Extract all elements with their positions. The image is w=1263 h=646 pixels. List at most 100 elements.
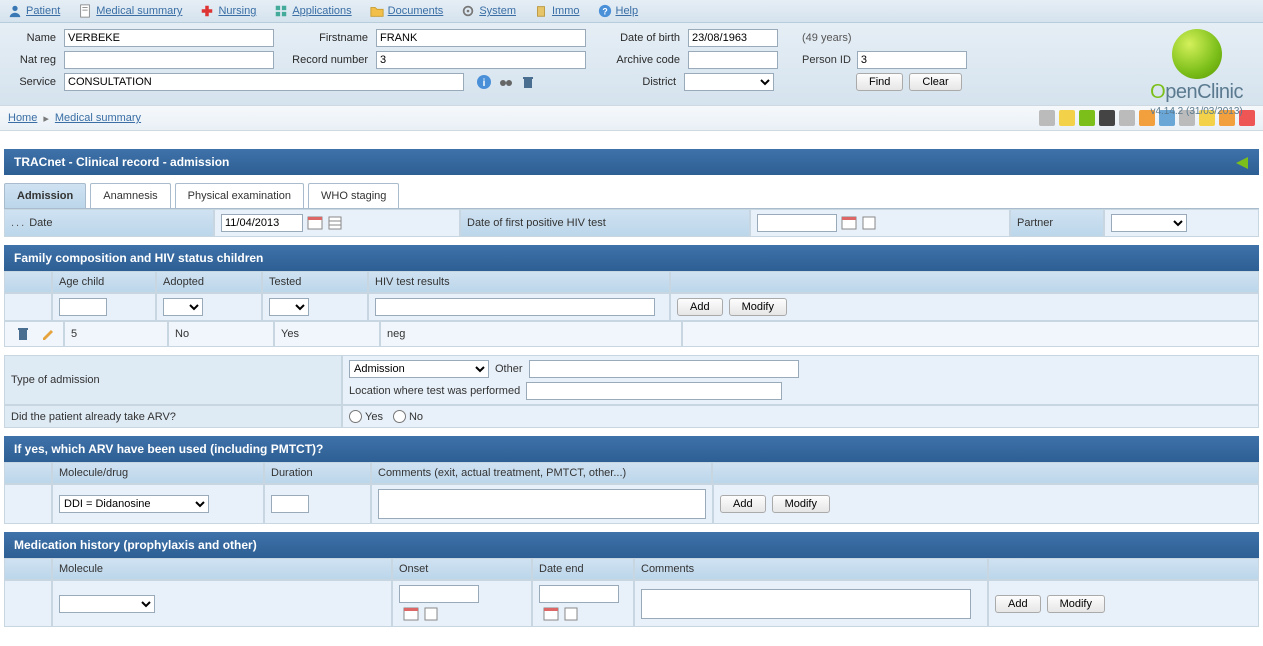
tab-admission[interactable]: Admission xyxy=(4,183,86,208)
menu-help[interactable]: ? Help xyxy=(598,4,639,18)
personid-input[interactable] xyxy=(857,51,967,69)
calendar-icon[interactable] xyxy=(307,215,323,231)
partner-value-cell xyxy=(1104,209,1259,237)
age-text: (49 years) xyxy=(802,32,852,44)
breadcrumb-home[interactable]: Home xyxy=(8,112,37,124)
menu-system[interactable]: System xyxy=(461,4,516,18)
family-age-input[interactable] xyxy=(59,298,107,316)
hiv-date-label: Date of first positive HIV test xyxy=(460,209,750,237)
recordnumber-input[interactable] xyxy=(376,51,586,69)
calendar-icon[interactable] xyxy=(841,215,857,231)
edit-icon[interactable] xyxy=(41,326,57,342)
admission-date-input[interactable] xyxy=(221,214,303,232)
tool-plate-icon[interactable] xyxy=(1119,110,1135,126)
calendar-icon[interactable] xyxy=(543,606,559,622)
service-input[interactable] xyxy=(64,73,464,91)
dots-icon[interactable]: ... xyxy=(11,217,26,229)
location-label: Location where test was performed xyxy=(349,385,520,397)
district-label: District xyxy=(588,76,678,88)
apps-icon xyxy=(274,4,288,18)
type-admission-select[interactable]: Admission xyxy=(349,360,489,378)
building-icon xyxy=(534,4,548,18)
tool-edit-icon[interactable] xyxy=(1059,110,1075,126)
tab-physical-examination[interactable]: Physical examination xyxy=(175,183,304,208)
family-add-button[interactable]: Add xyxy=(677,298,723,316)
arv-section-header: If yes, which ARV have been used (includ… xyxy=(4,436,1259,462)
family-tested-select[interactable] xyxy=(269,298,309,316)
tab-anamnesis[interactable]: Anamnesis xyxy=(90,183,170,208)
natreg-input[interactable] xyxy=(64,51,274,69)
medhist-comments-input[interactable] xyxy=(641,589,971,619)
menu-documents[interactable]: Documents xyxy=(370,4,444,18)
section-header: TRACnet - Clinical record - admission xyxy=(4,149,1259,175)
family-row-age: 5 xyxy=(64,321,168,347)
arv-yes-radio[interactable]: Yes xyxy=(349,410,383,423)
archivecode-input[interactable] xyxy=(688,51,778,69)
partner-select[interactable] xyxy=(1111,214,1187,232)
medhist-end-header: Date end xyxy=(532,558,634,580)
menu-medical-summary[interactable]: Medical summary xyxy=(78,4,182,18)
family-results-input[interactable] xyxy=(375,298,655,316)
name-input[interactable] xyxy=(64,29,274,47)
family-modify-button[interactable]: Modify xyxy=(729,298,787,316)
arv-comments-input[interactable] xyxy=(378,489,706,519)
tool-image-icon[interactable] xyxy=(1079,110,1095,126)
breadcrumb-sep: ▸ xyxy=(43,112,49,125)
dob-input[interactable] xyxy=(688,29,778,47)
calendar-icon[interactable] xyxy=(403,606,419,622)
tool-bed-icon[interactable] xyxy=(1099,110,1115,126)
arv-no-radio[interactable]: No xyxy=(393,410,423,423)
type-admission-other-input[interactable] xyxy=(529,360,799,378)
hiv-date-input[interactable] xyxy=(757,214,837,232)
medhist-onset-input[interactable] xyxy=(399,585,479,603)
partner-label: Partner xyxy=(1010,209,1104,237)
menu-patient-label[interactable]: Patient xyxy=(26,5,60,17)
menu-system-label[interactable]: System xyxy=(479,5,516,17)
family-actions-header xyxy=(4,271,52,293)
menu-patient[interactable]: Patient xyxy=(8,4,60,18)
find-button[interactable]: Find xyxy=(856,73,903,91)
grid-icon[interactable] xyxy=(861,215,877,231)
district-select[interactable] xyxy=(684,73,774,91)
medhist-onset-header: Onset xyxy=(392,558,532,580)
medhist-add-button[interactable]: Add xyxy=(995,595,1041,613)
arv-duration-input[interactable] xyxy=(271,495,309,513)
family-section-header: Family composition and HIV status childr… xyxy=(4,245,1259,271)
tab-who-staging[interactable]: WHO staging xyxy=(308,183,399,208)
clear-button[interactable]: Clear xyxy=(909,73,961,91)
breadcrumb-current[interactable]: Medical summary xyxy=(55,112,141,124)
info-icon[interactable]: i xyxy=(476,74,492,90)
firstname-input[interactable] xyxy=(376,29,586,47)
tool-note-icon[interactable] xyxy=(1039,110,1055,126)
delete-icon[interactable] xyxy=(15,326,31,342)
family-adopted-select[interactable] xyxy=(163,298,203,316)
medhist-molecule-select[interactable] xyxy=(59,595,155,613)
family-row-adopted: No xyxy=(168,321,274,347)
menu-applications[interactable]: Applications xyxy=(274,4,351,18)
menu-nursing[interactable]: Nursing xyxy=(200,4,256,18)
folder-icon xyxy=(370,4,384,18)
arv-molecule-header: Molecule/drug xyxy=(52,462,264,484)
arv-molecule-select[interactable]: DDI = Didanosine xyxy=(59,495,209,513)
personid-label: Person ID xyxy=(802,54,851,66)
binoculars-icon[interactable] xyxy=(498,74,514,90)
family-empty-header xyxy=(670,271,1259,293)
menu-immo[interactable]: Immo xyxy=(534,4,580,18)
medhist-modify-button[interactable]: Modify xyxy=(1047,595,1105,613)
logo-text: OpenClinic xyxy=(1150,81,1243,104)
menu-nursing-label[interactable]: Nursing xyxy=(218,5,256,17)
grid-icon[interactable] xyxy=(327,215,343,231)
back-arrow-icon[interactable] xyxy=(1233,154,1251,172)
arv-modify-button[interactable]: Modify xyxy=(772,495,830,513)
menu-help-label[interactable]: Help xyxy=(616,5,639,17)
grid-icon[interactable] xyxy=(563,606,579,622)
menu-medical-summary-label[interactable]: Medical summary xyxy=(96,5,182,17)
arv-add-button[interactable]: Add xyxy=(720,495,766,513)
menu-documents-label[interactable]: Documents xyxy=(388,5,444,17)
medhist-end-input[interactable] xyxy=(539,585,619,603)
trash-icon[interactable] xyxy=(520,74,536,90)
location-input[interactable] xyxy=(526,382,782,400)
grid-icon[interactable] xyxy=(423,606,439,622)
menu-applications-label[interactable]: Applications xyxy=(292,5,351,17)
menu-immo-label[interactable]: Immo xyxy=(552,5,580,17)
